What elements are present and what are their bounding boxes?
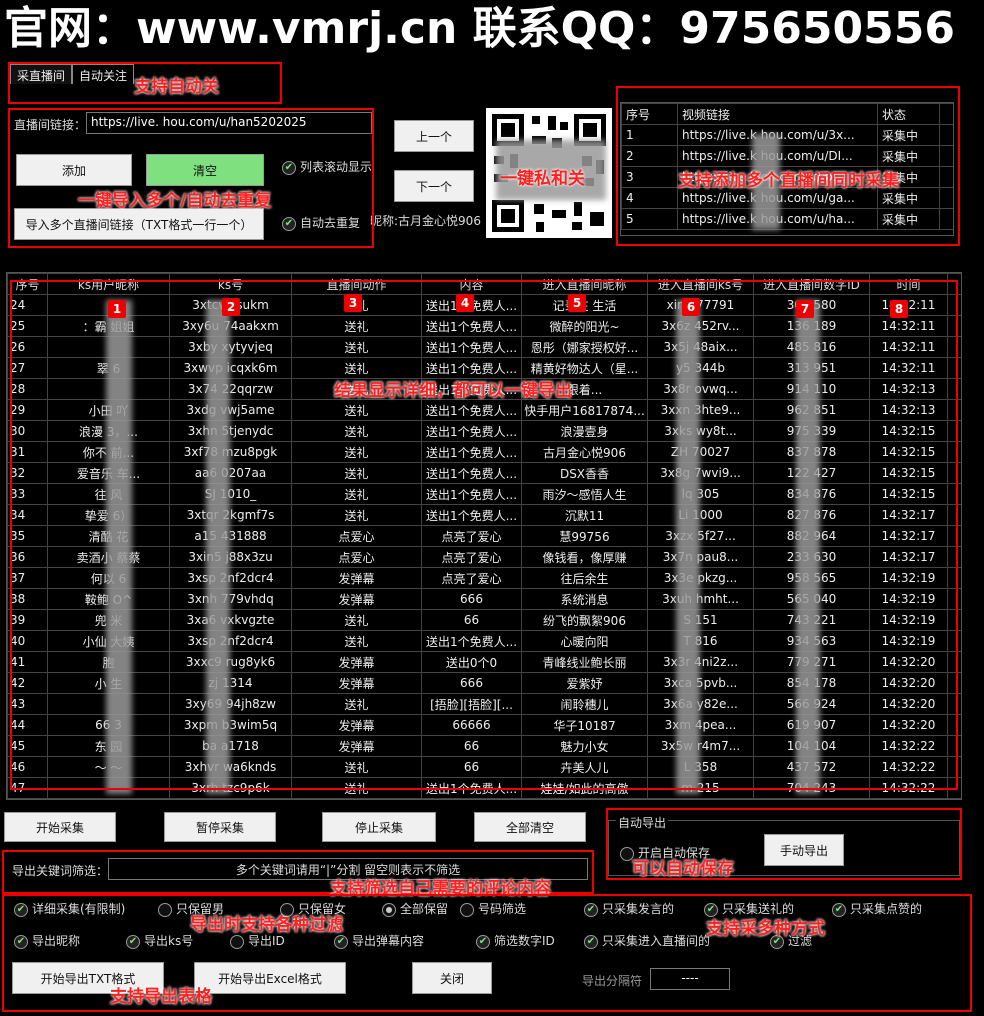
nickname-label: 昵称:古月金心悦906 — [370, 214, 481, 228]
annotation-import-dedupe: 一键导入多个/自动去重复 — [78, 191, 272, 211]
start-collect-button[interactable]: 开始采集 — [4, 812, 116, 842]
pause-collect-button[interactable]: 暂停采集 — [164, 812, 276, 842]
previous-button[interactable]: 上一个 — [394, 120, 474, 152]
annotation-export-table: 支持导出表格 — [110, 987, 212, 1007]
annotation-box — [10, 280, 958, 790]
contact-banner: 官网：www.vmrj.cn 联系QQ：975650556 — [4, 3, 955, 54]
next-button[interactable]: 下一个 — [394, 170, 474, 202]
annotation-box — [8, 108, 374, 248]
clear-all-button[interactable]: 全部清空 — [474, 812, 586, 842]
annotation-one-click-dm: 一键私和关 — [500, 169, 585, 189]
annotation-auto-save: 可以自动保存 — [632, 859, 734, 879]
annotation-results: 结果显示详细，都可以一键导出 — [334, 381, 572, 401]
stop-collect-button[interactable]: 停止采集 — [322, 812, 436, 842]
annotation-collect-modes: 支持采多种方式 — [706, 919, 825, 939]
annotation-auto-follow: 支持自动关 — [134, 77, 219, 97]
annotation-export-filters: 导出时支持各种过滤 — [190, 915, 343, 935]
annotation-multi-rooms: 支持添加多个直播间同时采集 — [678, 171, 899, 191]
